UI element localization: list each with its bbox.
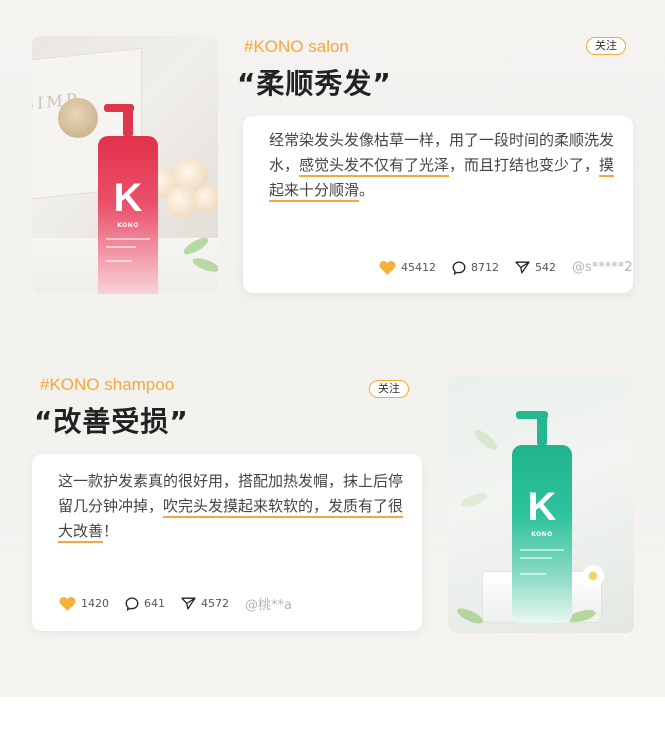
bottle-pump: [516, 411, 558, 445]
headline: “柔顺秀发”: [237, 67, 392, 100]
review-stats: 1420 641 4572 @桃**a: [59, 594, 292, 613]
comment-bubble-icon: [125, 597, 139, 611]
username[interactable]: @桃**a: [245, 594, 292, 613]
straw-hat-decor: [58, 98, 98, 138]
like-count: 1420: [81, 597, 109, 610]
hashtag[interactable]: #KONO shampoo: [40, 375, 174, 395]
brand-k-logo: K: [113, 176, 143, 220]
headline: “改善受损”: [34, 405, 189, 438]
brand-k-logo: K: [527, 485, 557, 529]
review-card: 这一款护发素真的很好用，搭配加热发帽，抹上后停留几分钟冲掉，吹完头发摸起来软软的…: [32, 454, 422, 631]
review-card: 经常染发头发像枯草一样，用了一段时间的柔顺洗发水，感觉头发不仅有了光泽，而且打结…: [243, 116, 633, 293]
comment-button[interactable]: 8712: [452, 261, 499, 275]
review-highlight: 感觉头发不仅有了光泽: [299, 156, 450, 177]
conditioner-bottle-green: K KONO: [512, 411, 572, 623]
review-text: 经常染发头发像枯草一样，用了一段时间的柔顺洗发水，感觉头发不仅有了光泽，而且打结…: [269, 128, 619, 203]
heart-icon: [59, 597, 76, 611]
shampoo-bottle-red: K KONO: [98, 104, 158, 294]
comment-bubble-icon: [452, 261, 466, 275]
daisy-decor: [582, 565, 604, 587]
product-photo-green-bottle: K KONO: [448, 375, 634, 633]
comment-count: 641: [144, 597, 165, 610]
leaf-decor: [472, 427, 500, 453]
follow-button[interactable]: 关注: [369, 380, 409, 398]
brand-name: KONO: [531, 531, 553, 538]
product-photo-red-bottle: SIMP K KONO: [32, 36, 218, 294]
hashtag[interactable]: #KONO salon: [244, 37, 349, 57]
share-button[interactable]: 542: [515, 261, 556, 274]
like-button[interactable]: 45412: [379, 260, 436, 275]
bottom-band: [0, 697, 665, 755]
review-text: 这一款护发素真的很好用，搭配加热发帽，抹上后停留几分钟冲掉，吹完头发摸起来软软的…: [58, 469, 408, 544]
share-count: 542: [535, 261, 556, 274]
brand-name: KONO: [117, 222, 139, 229]
leaf-decor: [459, 490, 489, 510]
bottle-pump: [104, 104, 144, 136]
share-count: 4572: [201, 597, 229, 610]
leaf-decor: [455, 605, 485, 627]
comment-button[interactable]: 641: [125, 597, 165, 611]
send-icon: [181, 597, 196, 610]
share-button[interactable]: 4572: [181, 597, 229, 610]
heart-icon: [379, 261, 396, 275]
follow-button[interactable]: 关注: [586, 37, 626, 55]
like-count: 45412: [401, 261, 436, 274]
comment-count: 8712: [471, 261, 499, 274]
send-icon: [515, 261, 530, 274]
like-button[interactable]: 1420: [59, 596, 109, 611]
username[interactable]: @s*****2: [572, 260, 633, 275]
review-stats: 45412 8712 542 @s*****2: [379, 260, 633, 275]
